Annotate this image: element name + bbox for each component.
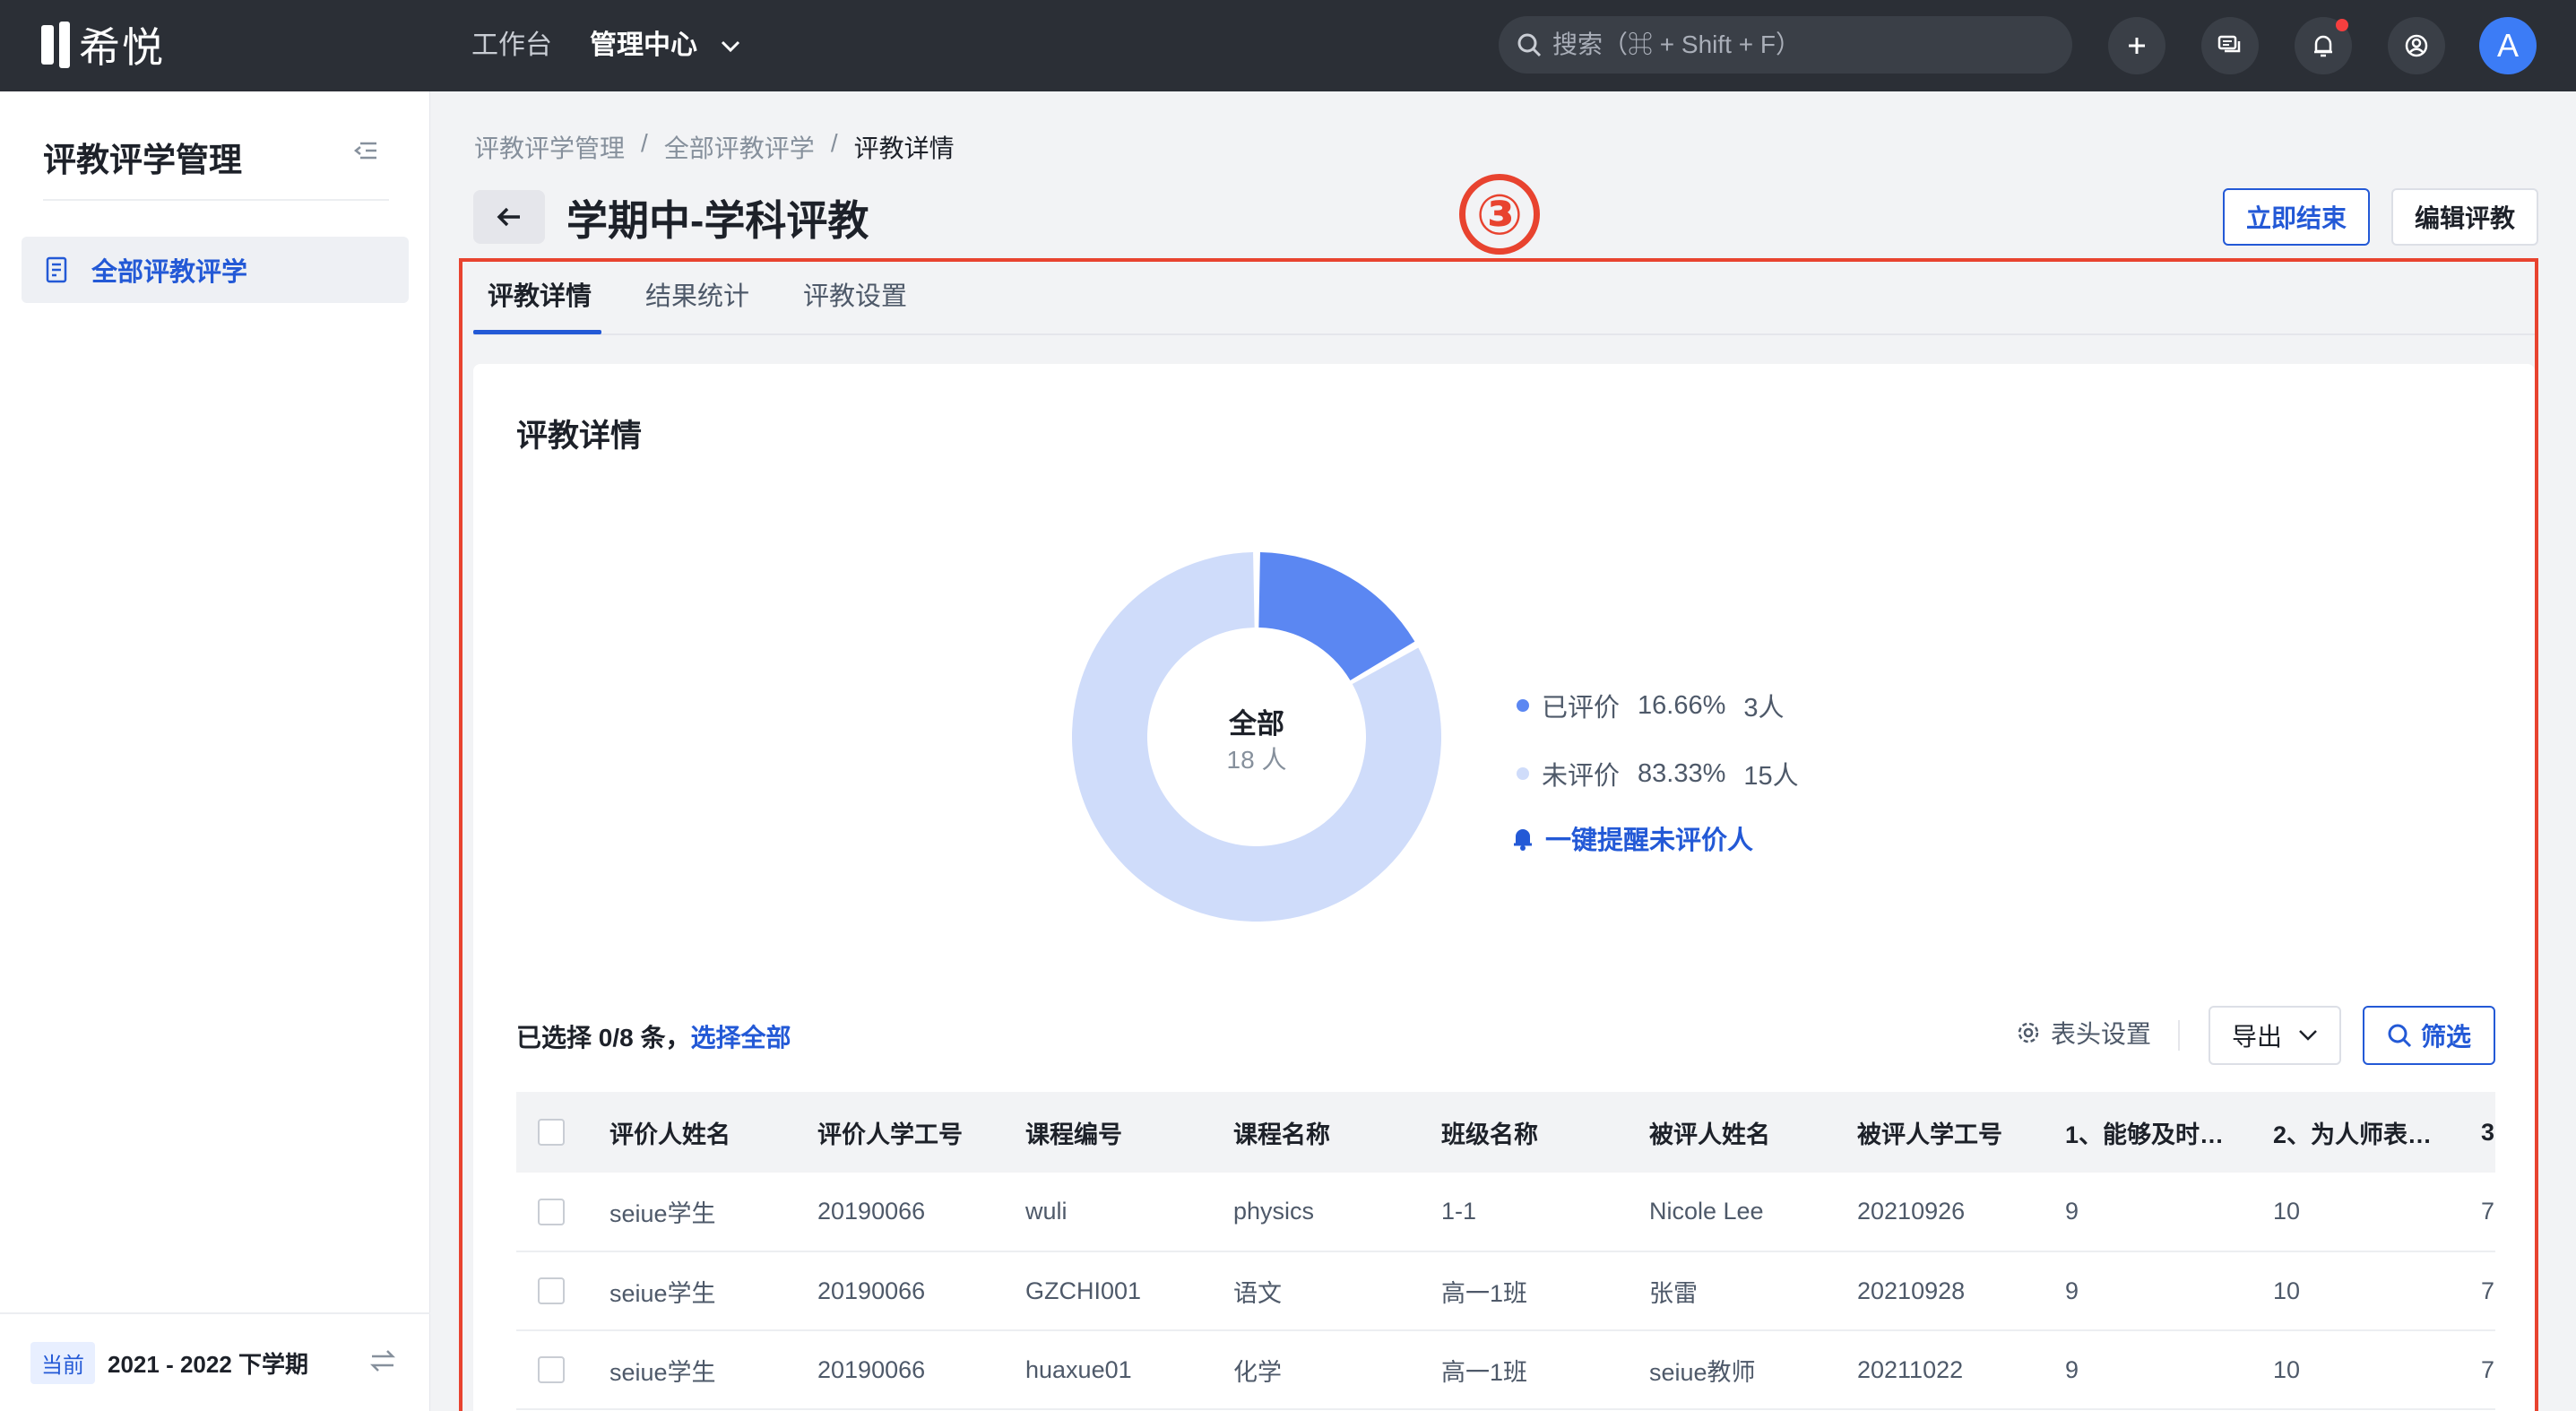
arrow-left-icon xyxy=(497,207,520,227)
avatar[interactable]: A xyxy=(2479,17,2537,74)
chat-icon xyxy=(2217,35,2241,53)
chevron-down-icon xyxy=(722,41,740,53)
global-search[interactable] xyxy=(1499,16,2072,74)
logo-text: 希悦 xyxy=(79,24,165,71)
breadcrumb-current: 评教详情 xyxy=(853,134,955,162)
end-now-button[interactable]: 立即结束 xyxy=(2223,188,2370,246)
nav-admin-center[interactable]: 管理中心 xyxy=(590,0,740,91)
notification-dot xyxy=(2336,19,2348,31)
sidebar-item-all-evaluations[interactable]: 全部评教评学 xyxy=(22,237,409,303)
breadcrumb-item[interactable]: 全部评教评学 xyxy=(664,129,815,165)
account-switch-button[interactable] xyxy=(2388,17,2445,74)
annotation-marker: ③ xyxy=(1459,174,1540,255)
term-label: 2021 - 2022 下学期 xyxy=(108,1350,309,1378)
page-title: 学期中-学科评教 xyxy=(566,197,869,244)
logo-mark-icon xyxy=(41,22,70,68)
nav-admin-center-label: 管理中心 xyxy=(590,30,697,60)
sidebar-divider xyxy=(43,199,389,201)
add-button[interactable] xyxy=(2108,17,2165,74)
plus-icon xyxy=(2129,38,2145,54)
breadcrumb-separator: / xyxy=(830,129,838,157)
nav-workbench[interactable]: 工作台 xyxy=(471,0,552,91)
messages-button[interactable] xyxy=(2201,17,2259,74)
swap-icon[interactable] xyxy=(369,1348,396,1373)
user-circle-icon xyxy=(2405,34,2428,57)
notifications-button[interactable] xyxy=(2295,17,2352,74)
top-bar: 希悦 工作台 管理中心 A xyxy=(0,0,2576,91)
search-icon xyxy=(1517,33,1542,57)
breadcrumb-separator: / xyxy=(641,129,648,157)
annotation-highlight-frame xyxy=(459,258,2538,1411)
breadcrumb: 评教评学管理 / 全部评教评学 / 评教详情 xyxy=(474,129,955,165)
bell-icon xyxy=(2314,35,2332,57)
term-tag: 当前 xyxy=(30,1341,95,1384)
sidebar-item-label: 全部评教评学 xyxy=(91,258,248,287)
app-logo[interactable]: 希悦 xyxy=(41,22,165,71)
breadcrumb-item[interactable]: 评教评学管理 xyxy=(474,129,625,165)
collapse-sidebar-icon[interactable] xyxy=(353,140,378,161)
sidebar-title: 评教评学管理 xyxy=(43,142,242,178)
back-button[interactable] xyxy=(473,190,545,244)
document-list-icon xyxy=(46,256,67,283)
edit-evaluation-button[interactable]: 编辑评教 xyxy=(2391,188,2538,246)
search-input[interactable] xyxy=(1552,30,2054,59)
sidebar: 评教评学管理 全部评教评学 当前 2021 - 2022 下学期 xyxy=(0,91,430,1411)
term-switcher[interactable]: 当前 2021 - 2022 下学期 xyxy=(0,1312,430,1411)
